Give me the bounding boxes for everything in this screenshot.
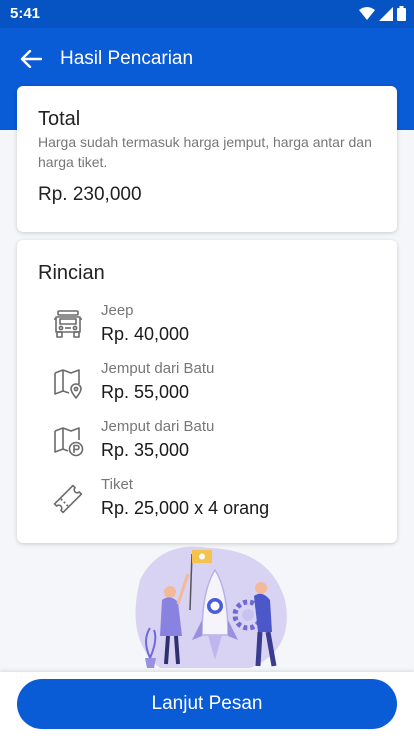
status-time: 5:41	[10, 5, 41, 22]
map-pin-icon	[54, 369, 82, 399]
arrow-left-icon	[20, 50, 42, 68]
wifi-icon	[359, 6, 375, 20]
detail-item-ticket: Tiket Rp. 25,000 x 4 orang	[51, 476, 381, 524]
detail-item-value: Rp. 25,000 x 4 orang	[101, 498, 270, 518]
map-parking-icon	[54, 427, 84, 457]
detail-item-value: Rp. 55,000	[101, 382, 190, 402]
total-title: Total	[38, 108, 81, 130]
total-price: Rp. 230,000	[38, 184, 142, 205]
detail-item-label: Tiket	[101, 476, 133, 493]
detail-item-pickup-2: Jemput dari Batu Rp. 35,000	[51, 418, 381, 466]
battery-icon	[397, 6, 406, 21]
continue-order-button[interactable]: Lanjut Pesan	[17, 679, 397, 729]
page-title: Hasil Pencarian	[60, 48, 194, 69]
total-card: Total Harga sudah termasuk harga jemput,…	[17, 86, 397, 232]
status-icons	[359, 6, 406, 21]
detail-card: Rincian Jeep Rp. 40,000 Jemput dari Batu…	[17, 240, 397, 543]
rocket-team-illustration	[135, 546, 287, 668]
detail-item-label: Jeep	[101, 302, 134, 319]
status-bar: 5:41	[0, 0, 414, 28]
detail-title: Rincian	[38, 262, 105, 284]
total-description: Harga sudah termasuk harga jemput, harga…	[38, 134, 372, 170]
detail-item-label: Jemput dari Batu	[101, 418, 215, 435]
detail-item-jeep: Jeep Rp. 40,000	[51, 302, 381, 350]
detail-item-value: Rp. 35,000	[101, 440, 190, 460]
signal-icon	[379, 6, 393, 21]
detail-item-pickup-1: Jemput dari Batu Rp. 55,000	[51, 360, 381, 408]
bottom-bar: Lanjut Pesan	[0, 672, 414, 736]
ticket-icon	[53, 484, 83, 514]
detail-item-label: Jemput dari Batu	[101, 360, 215, 377]
back-button[interactable]	[16, 44, 46, 74]
jeep-icon	[54, 310, 82, 338]
detail-item-value: Rp. 40,000	[101, 324, 190, 344]
